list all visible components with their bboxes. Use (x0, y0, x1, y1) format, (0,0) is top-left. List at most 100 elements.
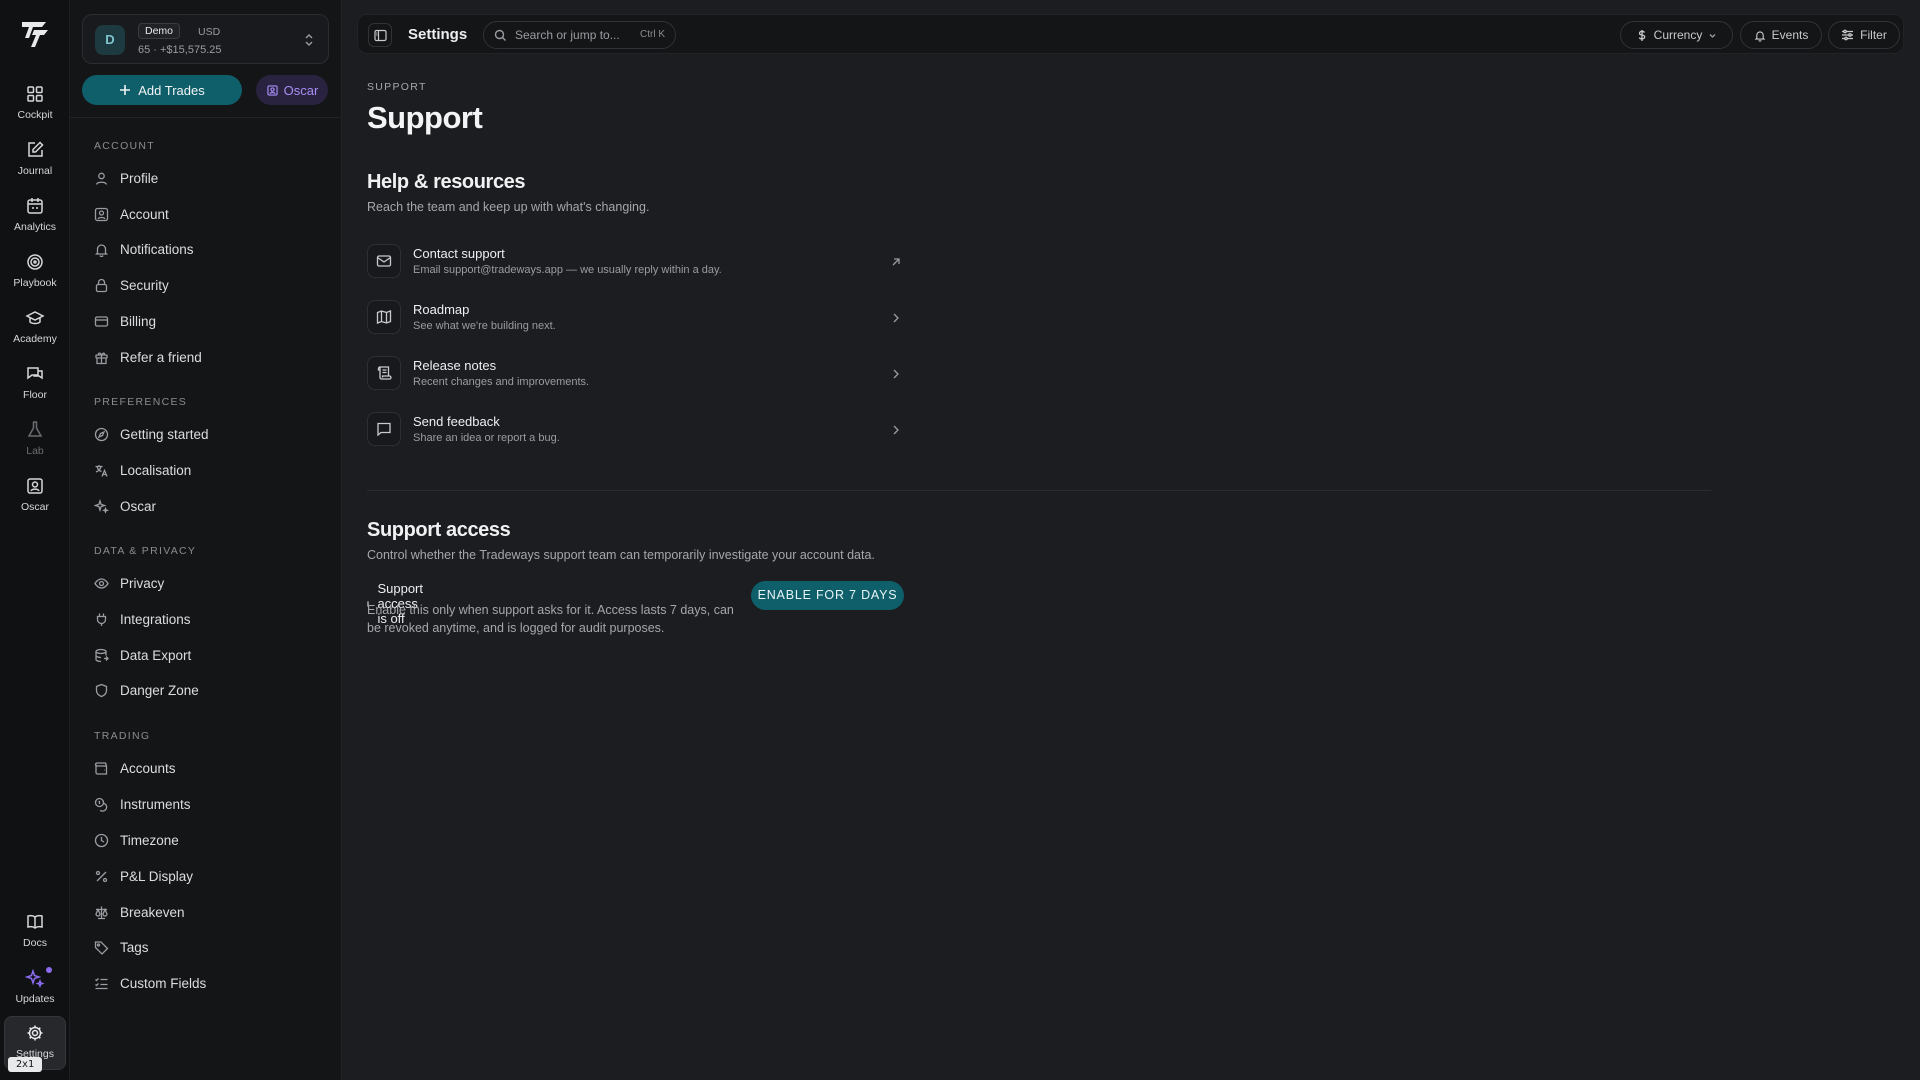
oscar-label: Oscar (283, 82, 319, 98)
rail-item-journal[interactable]: Journal (4, 134, 66, 186)
flask-icon (25, 420, 45, 440)
eye-icon (94, 576, 120, 591)
shield-icon (94, 683, 120, 698)
rail-label: Lab (26, 445, 44, 457)
sidebar-item-label: Oscar (120, 498, 157, 514)
section-title-support-access: Support access (367, 519, 511, 541)
sidebar-item-label: P&L Display (120, 868, 194, 884)
currency-label: Currency (1653, 28, 1703, 42)
resource-contact-support[interactable]: Contact support Email support@tradeways.… (367, 240, 903, 284)
filter-label: Filter (1860, 28, 1887, 42)
sidebar-item-data-export[interactable]: Data Export (86, 640, 326, 670)
events-button[interactable]: Events (1740, 21, 1822, 49)
sparkles-icon (25, 968, 45, 988)
section-heading-trading: TRADING (94, 730, 151, 742)
resource-title: Send feedback (413, 414, 500, 429)
rail-label: Updates (15, 993, 55, 1005)
sidebar-item-refer-a-friend[interactable]: Refer a friend (86, 342, 326, 372)
divider (70, 117, 342, 118)
search-shortcut: Ctrl K (640, 29, 665, 40)
sidebar-item-billing[interactable]: Billing (86, 306, 326, 336)
rail-item-docs[interactable]: Docs (4, 906, 66, 958)
chat-icon (25, 364, 45, 384)
sidebar-item-label: Notifications (120, 241, 194, 257)
rail-item-analytics[interactable]: Analytics (4, 190, 66, 242)
sidebar-item-label: Danger Zone (120, 682, 199, 698)
chevron-down-icon (1708, 31, 1717, 40)
resource-description: Email support@tradeways.app — we usually… (413, 264, 722, 276)
list-checks-icon (94, 976, 120, 991)
sidebar-item-profile[interactable]: Profile (86, 163, 326, 193)
rail-label: Playbook (13, 277, 57, 289)
currency-dropdown[interactable]: Currency (1620, 21, 1733, 49)
sidebar-item-pl-display[interactable]: P&L Display (86, 861, 326, 891)
sidebar-item-security[interactable]: Security (86, 270, 326, 300)
account-switcher[interactable]: D Demo USD 65 · +$15,575.25 (82, 14, 329, 64)
rail-label: Academy (13, 333, 57, 345)
oscar-button[interactable]: Oscar (256, 75, 328, 105)
enable-support-access-button[interactable]: ENABLE FOR 7 DAYS (751, 581, 904, 610)
message-square-icon (367, 412, 401, 446)
sidebar-item-notifications[interactable]: Notifications (86, 234, 326, 264)
sidebar-item-breakeven[interactable]: Breakeven (86, 897, 326, 927)
sidebar-item-integrations[interactable]: Integrations (86, 604, 326, 634)
sidebar-item-custom-fields[interactable]: Custom Fields (86, 968, 326, 998)
sidebar-item-instruments[interactable]: Instruments (86, 789, 326, 819)
resource-release-notes[interactable]: Release notes Recent changes and improve… (367, 352, 903, 396)
scroll-icon (367, 356, 401, 390)
filter-button[interactable]: Filter (1828, 21, 1900, 49)
plus-icon (119, 84, 131, 96)
page-heading: Support (367, 100, 483, 135)
rail-item-floor[interactable]: Floor (4, 358, 66, 410)
dollar-icon (1636, 29, 1648, 42)
rail-item-lab[interactable]: Lab (4, 414, 66, 466)
plug-icon (94, 612, 120, 627)
rail-item-cockpit[interactable]: Cockpit (4, 78, 66, 130)
mail-icon (367, 244, 401, 278)
resource-description: Share an idea or report a bug. (413, 432, 560, 444)
book-icon (25, 912, 45, 932)
sidebar-item-label: Billing (120, 313, 157, 329)
gear-icon (25, 1023, 45, 1043)
rail-item-playbook[interactable]: Playbook (4, 246, 66, 298)
sidebar-item-privacy[interactable]: Privacy (86, 568, 326, 598)
sidebar-toggle-button[interactable] (368, 23, 392, 47)
support-access-description: Enable this only when support asks for i… (367, 603, 734, 635)
sidebar-item-timezone[interactable]: Timezone (86, 825, 326, 855)
grid-icon (25, 84, 45, 104)
sidebar-item-account[interactable]: Account (86, 199, 326, 229)
sidebar-item-label: Tags (120, 939, 149, 955)
rail-label: Cockpit (17, 109, 53, 121)
calendar-icon (25, 196, 45, 216)
user-square-icon (94, 207, 120, 222)
section-heading-account: ACCOUNT (94, 140, 156, 152)
sidebar-item-label: Timezone (120, 832, 179, 848)
resource-send-feedback[interactable]: Send feedback Share an idea or report a … (367, 408, 903, 452)
user-card-icon (25, 476, 45, 496)
sidebar-item-tags[interactable]: Tags (86, 932, 326, 962)
section-heading-data-privacy: DATA & PRIVACY (94, 545, 197, 557)
sidebar-item-getting-started[interactable]: Getting started (86, 419, 326, 449)
coins-icon (94, 797, 120, 812)
section-subtitle-support-access: Control whether the Tradeways support te… (367, 548, 875, 562)
section-heading-preferences: PREFERENCES (94, 396, 188, 408)
rail-item-oscar[interactable]: Oscar (4, 470, 66, 522)
sidebar-item-label: Breakeven (120, 904, 185, 920)
chevron-right-icon (889, 367, 903, 381)
add-trades-button[interactable]: Add Trades (82, 75, 242, 105)
chevron-right-icon (889, 423, 903, 437)
sidebar-item-label: Instruments (120, 796, 191, 812)
sidebar-item-oscar[interactable]: Oscar (86, 491, 326, 521)
sidebar-item-label: Refer a friend (120, 349, 202, 365)
database-export-icon (94, 648, 120, 663)
sidebar-item-danger-zone[interactable]: Danger Zone (86, 675, 326, 705)
rail-item-updates[interactable]: Updates (4, 962, 66, 1014)
external-link-icon (889, 255, 903, 269)
resource-roadmap[interactable]: Roadmap See what we're building next. (367, 296, 903, 340)
sidebar-item-localisation[interactable]: Localisation (86, 455, 326, 485)
chevrons-up-down-icon (302, 32, 316, 48)
sidebar-item-accounts[interactable]: Accounts (86, 753, 326, 783)
logo-icon[interactable] (19, 18, 51, 50)
search-input[interactable]: Search or jump to... Ctrl K (483, 21, 676, 49)
rail-item-academy[interactable]: Academy (4, 302, 66, 354)
